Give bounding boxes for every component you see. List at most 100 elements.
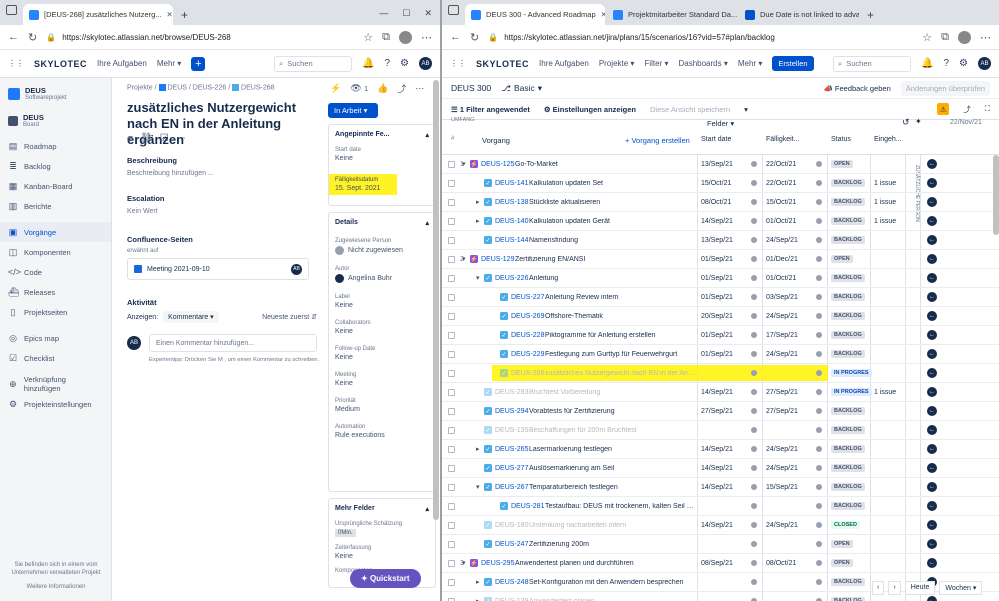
create-plus-button[interactable]: +	[191, 56, 206, 71]
issue-key[interactable]: DEUS-283	[495, 389, 528, 396]
timeline-arrow-icon[interactable]: ←	[927, 197, 937, 207]
timeline-arrow-icon[interactable]: ←	[927, 292, 937, 302]
nav-my-tasks[interactable]: Ihre Aufgaben	[97, 59, 147, 68]
browser-tab-dashboard[interactable]: Projektmitarbeiter Standard Da...	[607, 4, 737, 25]
issue-key[interactable]: DEUS-129	[481, 256, 514, 263]
status-badge[interactable]: OPEN	[831, 160, 853, 168]
timeline-arrow-icon[interactable]: ←	[927, 159, 937, 169]
status-badge[interactable]: BACKLOG	[831, 331, 865, 339]
search-input[interactable]: ⌕ Suchen	[833, 55, 912, 72]
review-changes-button[interactable]: Änderungen überprüfen	[900, 80, 990, 96]
issue-summary[interactable]: Offshore-Thematik	[545, 313, 603, 320]
detail-field[interactable]: Meeting Keine	[335, 372, 429, 387]
timeline-arrow-icon[interactable]: ←	[927, 235, 937, 245]
status-badge[interactable]: BACKLOG	[831, 426, 865, 434]
feedback-button[interactable]: 📣 Feedback geben	[823, 84, 890, 93]
table-row[interactable]: ✓ DEUS-135 Beschaffungen für 200m Bruchtes…	[442, 421, 999, 440]
detail-field[interactable]: Follow-up Date Keine	[335, 346, 429, 361]
issue-summary[interactable]: Anleitung Review intern	[545, 294, 619, 301]
status-badge[interactable]: IN PROGRES	[831, 369, 872, 377]
col-due-date[interactable]: Fälligkeit...	[766, 136, 799, 143]
collapse-icon[interactable]: ✦	[915, 117, 922, 126]
status-badge[interactable]: BACKLOG	[831, 350, 865, 358]
breadcrumb-issue[interactable]: DEUS-268	[241, 84, 274, 91]
issue-key[interactable]: DEUS-226	[495, 275, 528, 282]
sidebar-item[interactable]: ▤ Roadmap	[0, 136, 111, 156]
close-tab-icon[interactable]: ✕	[167, 10, 173, 19]
refresh-icon[interactable]: ↻	[470, 31, 479, 44]
table-row[interactable]: ▾ ✓ DEUS-226 Anleitung 01/Sep/21 01/Oct/21 BAC…	[442, 269, 999, 288]
table-row[interactable]: ✓ DEUS-281 Testaufbau: DEUS mit trockenem,…	[442, 497, 999, 516]
browser-tab[interactable]: [DEUS-268] zusätzliches Nutzerg... ✕	[23, 4, 173, 25]
profile-icon[interactable]	[958, 30, 971, 44]
url-field[interactable]: 🔒 https://skylotec.atlassian.net/browse/D…	[46, 33, 354, 42]
issue-key[interactable]: DEUS-228	[511, 332, 544, 339]
detail-field[interactable]: Autor Angelina Buhr	[335, 266, 429, 283]
browser-tab-roadmap[interactable]: DEUS 300 - Advanced Roadmap ✕	[465, 4, 605, 25]
breadcrumb-parent[interactable]: DEUS-226	[193, 84, 226, 91]
confluence-page-card[interactable]: Meeting 2021-09-10 AB	[127, 258, 309, 280]
incoming-count[interactable]: 1 issue	[874, 180, 896, 187]
issue-key[interactable]: DEUS-268	[511, 370, 544, 377]
detail-field[interactable]: Collaborators Keine	[335, 320, 429, 335]
incoming-count[interactable]: 1 issue	[874, 199, 896, 206]
sidebar-item[interactable]: ◫ Komponenten	[0, 242, 111, 262]
row-checkbox[interactable]	[448, 502, 455, 510]
issue-summary[interactable]: Kalkulation updaten Set	[529, 180, 603, 187]
detail-field[interactable]: Priorität Medium	[335, 398, 429, 413]
refresh-icon[interactable]: ↻	[28, 31, 37, 44]
project-header[interactable]: DEUS Softwareprojekt	[0, 78, 111, 109]
prev-icon[interactable]: ‹	[872, 581, 885, 595]
timeline-arrow-icon[interactable]: ←	[927, 596, 937, 601]
settings-icon[interactable]: ⚙	[400, 58, 409, 69]
status-badge[interactable]: BACKLOG	[831, 274, 865, 282]
table-row[interactable]: ▸ ✓ DEUS-138 Stückliste aktualisieren 08/Oct…	[442, 193, 999, 212]
detail-field[interactable]: Automation Rule executions	[335, 424, 429, 439]
new-tab-button[interactable]: +	[175, 4, 194, 25]
more-actions-icon[interactable]: ⋯	[176, 133, 186, 144]
sidebar-item[interactable]: </> Code	[0, 262, 111, 282]
nav-more[interactable]: Mehr ▾	[738, 59, 762, 68]
incoming-count[interactable]: 1 issue	[874, 218, 896, 225]
status-badge[interactable]: BACKLOG	[831, 293, 865, 301]
left-scrollbar[interactable]	[433, 80, 439, 520]
grid-scrollbar[interactable]	[993, 155, 999, 235]
row-checkbox[interactable]	[448, 445, 455, 453]
timeline-arrow-icon[interactable]: ←	[927, 482, 937, 492]
issue-key[interactable]: DEUS-247	[495, 541, 528, 548]
col-vorgang[interactable]: Vorgang	[482, 136, 510, 145]
timeline-arrow-icon[interactable]: ←	[927, 273, 937, 283]
issue-key[interactable]: DEUS-138	[495, 199, 528, 206]
link-icon[interactable]: ⛓	[140, 133, 153, 144]
row-checkbox[interactable]	[448, 236, 455, 244]
window-menu-icon[interactable]	[6, 5, 17, 15]
status-badge[interactable]: BACKLOG	[831, 179, 865, 187]
issue-summary[interactable]: Stückliste aktualisieren	[529, 199, 600, 206]
issue-key[interactable]: DEUS-295	[481, 560, 514, 567]
issue-key[interactable]: DEUS-277	[495, 465, 528, 472]
issue-key[interactable]: DEUS-294	[495, 408, 528, 415]
table-row[interactable]: ✓ DEUS-229 Festlegung zum Gurttyp für Feue…	[442, 345, 999, 364]
sidebar-item[interactable]: ⊕ Verknüpfung hinzufügen	[0, 374, 111, 394]
timeline-arrow-icon[interactable]: ←	[927, 368, 937, 378]
like-icon[interactable]: 👍	[377, 83, 388, 94]
issue-summary[interactable]: Set-Konfiguration mit den Anwendern besp…	[529, 579, 684, 586]
table-row[interactable]: ✓ DEUS-247 Zertifizierung 200m OPEN ←	[442, 535, 999, 554]
row-checkbox[interactable]	[448, 350, 455, 358]
fields-dropdown[interactable]: Felder ▾	[707, 119, 734, 128]
issue-summary[interactable]: Anwendertest planen und durchführen	[515, 560, 634, 567]
sidebar-item[interactable]: ▣ Vorgänge	[0, 222, 111, 242]
close-window-icon[interactable]: ✕	[424, 8, 432, 19]
row-checkbox[interactable]	[448, 464, 455, 472]
menu-dots-icon[interactable]: ⋯	[980, 31, 991, 44]
collections-icon[interactable]: ⧉	[382, 31, 390, 44]
sort-button[interactable]: Neueste zuerst ⇵	[262, 313, 317, 321]
profile-icon[interactable]	[399, 30, 412, 44]
close-tab-icon[interactable]: ✕	[601, 10, 605, 19]
issue-key[interactable]: DEUS-227	[511, 294, 544, 301]
browser-tab-community[interactable]: Due Date is not linked to advan...	[739, 4, 859, 25]
timeline-arrow-icon[interactable]: ←	[927, 349, 937, 359]
menu-dots-icon[interactable]: ⋯	[421, 31, 432, 44]
new-tab-button[interactable]: +	[861, 4, 880, 25]
status-badge[interactable]: OPEN	[831, 255, 853, 263]
